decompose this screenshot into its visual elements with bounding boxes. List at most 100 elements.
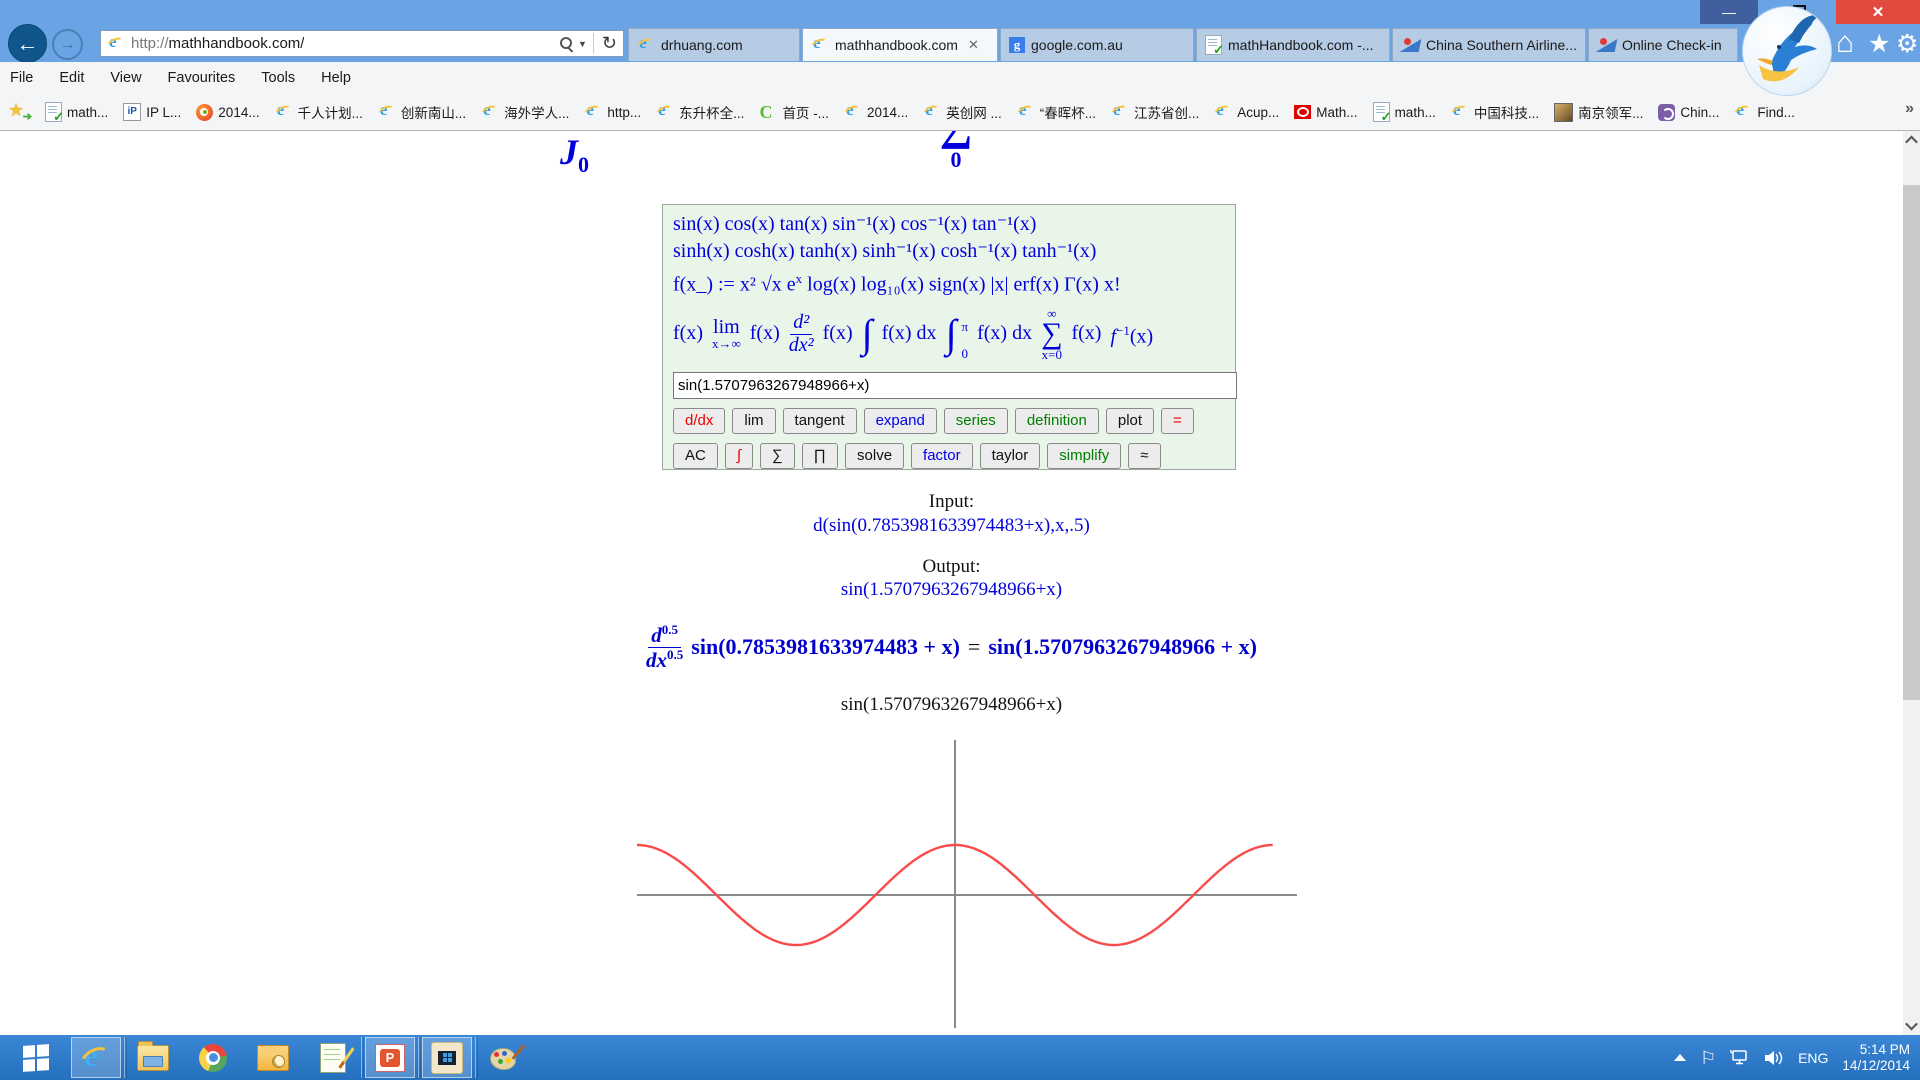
greenc-icon: C xyxy=(759,103,777,121)
expression-input[interactable] xyxy=(673,372,1237,399)
favorite-item-17[interactable]: e中国科技... xyxy=(1451,102,1539,122)
minimize-button[interactable]: — xyxy=(1700,0,1758,24)
favorite-item-7[interactable]: ehttp... xyxy=(584,103,641,121)
button-lim[interactable]: lim xyxy=(732,408,775,434)
hyperbolic-functions-line: sinh(x) cosh(x) tanh(x) sinh⁻¹(x) cosh⁻¹… xyxy=(673,238,1225,265)
output-label: Output: xyxy=(0,556,1903,578)
bird-logo xyxy=(1742,6,1832,96)
button-[interactable]: ∑ xyxy=(760,443,795,469)
favorite-item-2[interactable]: iPIP L... xyxy=(123,103,181,121)
speaker-icon[interactable] xyxy=(1764,1050,1784,1066)
taskbar-paint[interactable] xyxy=(479,1037,529,1078)
favorite-item-12[interactable]: e“春晖杯... xyxy=(1017,102,1096,122)
home-icon[interactable]: ⌂ xyxy=(1836,28,1854,58)
ie-icon: e xyxy=(637,36,655,54)
button-definition[interactable]: definition xyxy=(1015,408,1099,434)
button-expand[interactable]: expand xyxy=(864,408,937,434)
tray-expand-icon[interactable] xyxy=(1674,1054,1686,1061)
menu-help[interactable]: Help xyxy=(321,70,351,86)
menu-file[interactable]: File xyxy=(10,70,33,86)
button-factor[interactable]: factor xyxy=(911,443,973,469)
favorite-item-5[interactable]: e创新南山... xyxy=(378,102,466,122)
network-icon[interactable] xyxy=(1730,1049,1750,1066)
favorite-item-1[interactable]: math... xyxy=(45,102,108,122)
browser-tab-drhuang-com[interactable]: edrhuang.com xyxy=(628,28,800,61)
favorite-item-20[interactable]: eFind... xyxy=(1734,103,1795,121)
favorite-item-9[interactable]: C首页 -... xyxy=(759,102,829,122)
button-taylor[interactable]: taylor xyxy=(980,443,1041,469)
button-plot[interactable]: plot xyxy=(1106,408,1154,434)
button-[interactable]: = xyxy=(1161,408,1194,434)
ie-icon: e xyxy=(481,103,499,121)
taskbar-outlook[interactable] xyxy=(248,1037,298,1078)
button-simplify[interactable]: simplify xyxy=(1047,443,1121,469)
taskbar-separator xyxy=(124,1037,125,1078)
favorite-item-4[interactable]: e千人计划... xyxy=(275,102,363,122)
favorite-item-19[interactable]: Chin... xyxy=(1658,104,1719,121)
favorite-item-14[interactable]: eAcup... xyxy=(1214,103,1279,121)
button-[interactable]: ∫ xyxy=(725,443,753,469)
scrollbar-thumb[interactable] xyxy=(1903,185,1920,700)
favorite-item-16[interactable]: math... xyxy=(1373,102,1436,122)
taskbar-powerpoint[interactable]: P xyxy=(365,1037,415,1078)
browser-tab-online-check-in[interactable]: Online Check-in xyxy=(1588,28,1738,61)
browser-tab-mathhandbook-com[interactable]: emathhandbook.com✕ xyxy=(802,28,998,61)
purple-icon xyxy=(1658,104,1675,121)
operator-buttons-row2: AC ∫ ∑ ∏ solve factor taylorsimplify ≈ xyxy=(673,443,1225,469)
clock[interactable]: 5:14 PM 14/12/2014 xyxy=(1842,1042,1910,1074)
button-ddx[interactable]: d/dx xyxy=(673,408,725,434)
browser-tab-china-southern-airline-[interactable]: China Southern Airline... xyxy=(1392,28,1586,61)
airline-icon xyxy=(1597,38,1616,53)
button-[interactable]: ≈ xyxy=(1128,443,1160,469)
favorites-overflow-chevron[interactable]: » xyxy=(1905,100,1914,118)
taskbar-ie[interactable]: e xyxy=(71,1037,121,1078)
input-label: Input: xyxy=(0,491,1903,513)
input-expression: d(sin(0.7853981633974483+x),x,.5) xyxy=(0,515,1903,537)
start-button[interactable] xyxy=(11,1037,61,1078)
taskbar-chrome[interactable] xyxy=(188,1037,238,1078)
chevron-down-icon[interactable]: ▼ xyxy=(578,39,587,49)
back-button[interactable]: ← xyxy=(8,24,47,63)
favorite-item-11[interactable]: e英创网 ... xyxy=(923,102,1002,122)
menu-edit[interactable]: Edit xyxy=(59,70,84,86)
favorite-item-15[interactable]: Math... xyxy=(1294,105,1357,120)
favorite-item-6[interactable]: e海外学人... xyxy=(481,102,569,122)
menu-view[interactable]: View xyxy=(110,70,141,86)
favorite-item-8[interactable]: e东升杯全... xyxy=(656,102,744,122)
refresh-icon[interactable]: ↻ xyxy=(593,33,617,54)
address-bar[interactable]: e http://mathhandbook.com/ ▼ ↻ xyxy=(100,30,624,57)
vertical-scrollbar[interactable] xyxy=(1903,131,1920,1035)
button-solve[interactable]: solve xyxy=(845,443,904,469)
button-[interactable]: ∏ xyxy=(802,443,838,469)
taskbar-remote-desktop[interactable] xyxy=(422,1037,472,1078)
close-button[interactable]: ✕ xyxy=(1836,0,1920,24)
favorite-item-10[interactable]: e2014... xyxy=(844,103,908,121)
google-icon: g xyxy=(1009,37,1025,53)
menu-favourites[interactable]: Favourites xyxy=(168,70,236,86)
favorites-star-icon[interactable]: ★ xyxy=(1868,31,1890,57)
button-tangent[interactable]: tangent xyxy=(783,408,857,434)
tab-close-icon[interactable]: ✕ xyxy=(968,37,979,53)
action-center-flag-icon[interactable]: ⚐ xyxy=(1700,1049,1716,1067)
language-indicator[interactable]: ENG xyxy=(1798,1050,1828,1066)
favorite-item-3[interactable]: 2014... xyxy=(196,104,259,121)
settings-gear-icon[interactable]: ⚙ xyxy=(1896,31,1918,57)
search-icon[interactable] xyxy=(558,36,574,52)
scroll-up-arrow[interactable] xyxy=(1903,132,1920,149)
plot-title-expression: sin(1.5707963267948966+x) xyxy=(0,694,1903,716)
taskbar-explorer[interactable] xyxy=(128,1037,178,1078)
button-ac[interactable]: AC xyxy=(673,443,718,469)
button-series[interactable]: series xyxy=(944,408,1008,434)
output-expression: sin(1.5707963267948966+x) xyxy=(0,579,1903,601)
scroll-down-arrow[interactable] xyxy=(1903,1017,1920,1034)
forward-button[interactable]: → xyxy=(52,29,83,60)
menu-tools[interactable]: Tools xyxy=(261,70,295,86)
taskbar-notepad[interactable] xyxy=(308,1037,358,1078)
add-favorite-button[interactable] xyxy=(8,102,30,122)
favorite-item-18[interactable]: 南京领军... xyxy=(1554,102,1643,122)
favorite-item-13[interactable]: e江苏省创... xyxy=(1111,102,1199,122)
sine-plot xyxy=(600,728,1320,1035)
chrome-icon xyxy=(199,1044,227,1072)
browser-tab-google-com-au[interactable]: ggoogle.com.au xyxy=(1000,28,1194,61)
browser-tab-mathhandbook-com-[interactable]: mathHandbook.com -... xyxy=(1196,28,1390,61)
